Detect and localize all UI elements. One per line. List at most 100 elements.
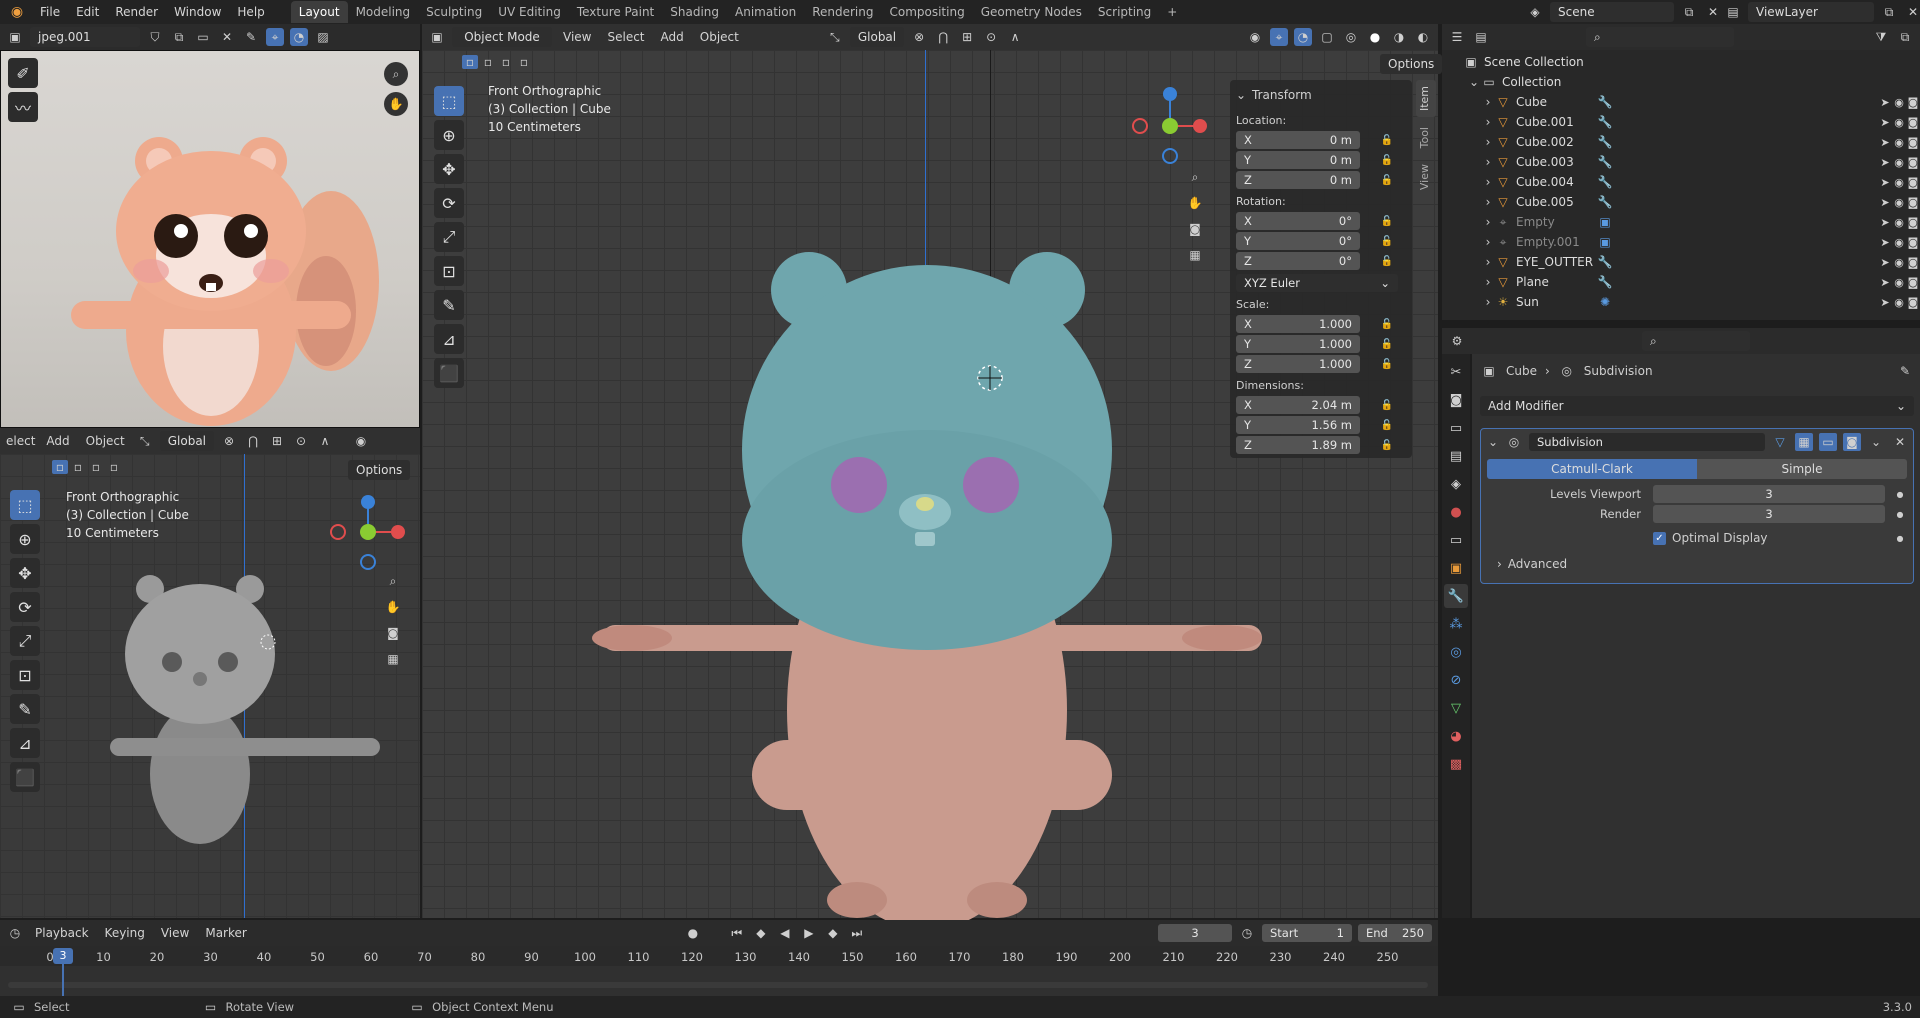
catmull-clark-button[interactable]: Catmull-Clark xyxy=(1487,459,1697,479)
menu-playback[interactable]: Playback xyxy=(30,926,94,940)
render-camera-icon[interactable]: ◙ xyxy=(1906,275,1920,289)
data-props-icon[interactable]: ▽ xyxy=(1444,696,1468,720)
lock-icon[interactable]: 🔓 xyxy=(1378,315,1396,333)
main-options-label[interactable]: Options xyxy=(1380,54,1443,74)
tab-texture-paint[interactable]: Texture Paint xyxy=(569,1,662,23)
small-rotate-tool-icon[interactable]: ⟳ xyxy=(10,592,40,622)
fake-user-icon[interactable]: ⛉ xyxy=(146,28,164,46)
expand-chevron-icon[interactable]: › xyxy=(1482,153,1494,171)
playhead-frame[interactable]: 3 xyxy=(53,948,73,964)
small-measure-tool-icon[interactable]: ⊿ xyxy=(10,728,40,758)
optimal-display-checkbox[interactable]: ✓ xyxy=(1653,531,1666,545)
pin-props-icon[interactable]: ✎ xyxy=(1896,362,1914,380)
pivot-icon[interactable]: ⊗ xyxy=(220,432,238,450)
filter-icon[interactable]: ⧩ xyxy=(1872,28,1890,46)
outliner-item[interactable]: › ☀ Sun ✺ ➤ ◉ ◙ xyxy=(1482,292,1920,312)
modifier-icon[interactable]: 🔧 xyxy=(1596,253,1614,271)
lock-icon[interactable]: 🔓 xyxy=(1378,416,1396,434)
main-editor-type-icon[interactable]: ▣ xyxy=(428,28,446,46)
lock-icon[interactable]: 🔓 xyxy=(1378,396,1396,414)
modifier-name-field[interactable]: Subdivision xyxy=(1529,433,1765,451)
outliner-item[interactable]: › ▽ Cube.003 🔧 ➤ ◉ ◙ xyxy=(1482,152,1920,172)
visibility-eye-icon[interactable]: ◉ xyxy=(1892,175,1906,189)
view-layer-props-icon[interactable]: ▤ xyxy=(1444,444,1468,468)
open-image-icon[interactable]: ▭ xyxy=(194,28,212,46)
visibility-eye-icon[interactable]: ◉ xyxy=(1892,255,1906,269)
keyframe-dot-icon[interactable]: ● xyxy=(1891,505,1909,523)
selectable-toggle-icon[interactable]: ➤ xyxy=(1878,155,1892,169)
lock-icon[interactable]: 🔓 xyxy=(1378,335,1396,353)
tab-layout[interactable]: Layout xyxy=(290,1,348,23)
small-viewport[interactable]: Front Orthographic (3) Collection | Cube… xyxy=(0,454,420,918)
outliner-search[interactable]: ⌕ xyxy=(1586,27,1734,47)
visibility-eye-icon[interactable]: ◉ xyxy=(1892,235,1906,249)
collection-props-icon[interactable]: ▭ xyxy=(1444,528,1468,552)
lock-icon[interactable]: 🔓 xyxy=(1378,232,1396,250)
expand-chevron-icon[interactable]: › xyxy=(1482,113,1494,131)
transform-tool-icon[interactable]: ⊡ xyxy=(434,256,464,286)
sun-data-icon[interactable]: ✺ xyxy=(1596,293,1614,311)
selectable-toggle-icon[interactable]: ➤ xyxy=(1878,255,1892,269)
blender-logo-icon[interactable]: ◉ xyxy=(8,3,26,21)
expand-chevron-icon[interactable]: › xyxy=(1482,253,1494,271)
main-select-extend-icon[interactable]: ▫ xyxy=(480,55,496,69)
render-camera-icon[interactable]: ◙ xyxy=(1906,295,1920,309)
modifier-props-icon[interactable]: 🔧 xyxy=(1444,584,1468,608)
selectable-toggle-icon[interactable]: ➤ xyxy=(1878,135,1892,149)
rotation-y-field[interactable]: Y 0° xyxy=(1236,232,1360,250)
cage-toggle-icon[interactable]: ▦ xyxy=(1795,433,1813,451)
new-collection-icon[interactable]: ⧉ xyxy=(1896,28,1914,46)
small-add-cube-tool-icon[interactable]: ⬛ xyxy=(10,762,40,792)
transform-header[interactable]: ⌄ Transform xyxy=(1236,86,1406,104)
texture-props-icon[interactable]: ▩ xyxy=(1444,752,1468,776)
render-camera-icon[interactable]: ◙ xyxy=(1906,135,1920,149)
select-mode-new-icon[interactable]: ▫ xyxy=(52,460,68,474)
annotate-tool-icon[interactable]: 〰 xyxy=(8,92,38,122)
location-x-field[interactable]: X 0 m xyxy=(1236,131,1360,149)
outliner-item[interactable]: › ▽ EYE_OUTTER 🔧 ➤ ◉ ◙ xyxy=(1482,252,1920,272)
small-move-tool-icon[interactable]: ✥ xyxy=(10,558,40,588)
main-pivot-icon[interactable]: ⊗ xyxy=(910,28,928,46)
render-camera-icon[interactable]: ◙ xyxy=(1906,255,1920,269)
rotation-mode-dropdown[interactable]: XYZ Euler ⌄ xyxy=(1236,274,1398,292)
main-orientation-dropdown[interactable]: Global xyxy=(849,27,905,47)
expand-chevron-icon[interactable]: › xyxy=(1482,213,1494,231)
xray-icon[interactable]: ▢ xyxy=(1318,28,1336,46)
modifier-icon[interactable]: 🔧 xyxy=(1596,153,1614,171)
small-pan-icon[interactable]: ✋ xyxy=(384,598,402,616)
next-keyframe-icon[interactable]: ◆ xyxy=(824,924,842,942)
rotation-z-field[interactable]: Z 0° xyxy=(1236,252,1360,270)
outliner-item[interactable]: › ▽ Cube 🔧 ➤ ◉ ◙ xyxy=(1482,92,1920,112)
snap-increment-icon[interactable]: ⊞ xyxy=(268,432,286,450)
collection-row[interactable]: ⌄ ▭ Collection xyxy=(1468,72,1861,92)
visibility-eye-icon[interactable]: ◉ xyxy=(1892,135,1906,149)
dimensions-x-field[interactable]: X 2.04 m xyxy=(1236,396,1360,414)
jump-end-icon[interactable]: ⏭ xyxy=(848,924,866,942)
menu-render[interactable]: Render xyxy=(107,0,166,24)
tab-compositing[interactable]: Compositing xyxy=(881,1,972,23)
measure-tool-icon[interactable]: ⊿ xyxy=(434,324,464,354)
main-select-new-icon[interactable]: ▫ xyxy=(462,55,478,69)
small-camera-icon[interactable]: ◙ xyxy=(384,624,402,642)
menu-select[interactable]: Select xyxy=(602,30,649,44)
viewlayer-icon[interactable]: ▤ xyxy=(1724,3,1742,21)
outliner-item[interactable]: › ▽ Plane 🔧 ➤ ◉ ◙ xyxy=(1482,272,1920,292)
select-mode-invert-icon[interactable]: ▫ xyxy=(106,460,122,474)
small-options-button[interactable]: Options xyxy=(348,460,411,480)
small-options-label[interactable]: Options xyxy=(348,460,411,480)
simple-button[interactable]: Simple xyxy=(1697,459,1907,479)
rotate-tool-icon[interactable]: ⟳ xyxy=(434,188,464,218)
tab-shading[interactable]: Shading xyxy=(662,1,727,23)
main-select-subtract-icon[interactable]: ▫ xyxy=(498,55,514,69)
image-data-icon[interactable]: ▣ xyxy=(1596,213,1614,231)
modifier-icon[interactable]: 🔧 xyxy=(1596,273,1614,291)
record-icon[interactable]: ● xyxy=(684,924,702,942)
render-props-icon[interactable]: ◙ xyxy=(1444,388,1468,412)
small-nav-gizmo[interactable] xyxy=(326,490,406,570)
scale-tool-icon[interactable]: ⤢ xyxy=(434,222,464,252)
scene-collection-row[interactable]: ▣ Scene Collection xyxy=(1462,52,1855,72)
overlay-icon[interactable]: ◔ xyxy=(290,28,308,46)
gizmo-toggle-icon[interactable]: ⌖ xyxy=(1270,28,1288,46)
menu-keying[interactable]: Keying xyxy=(100,926,150,940)
timeline-editor-icon[interactable]: ◷ xyxy=(6,924,24,942)
